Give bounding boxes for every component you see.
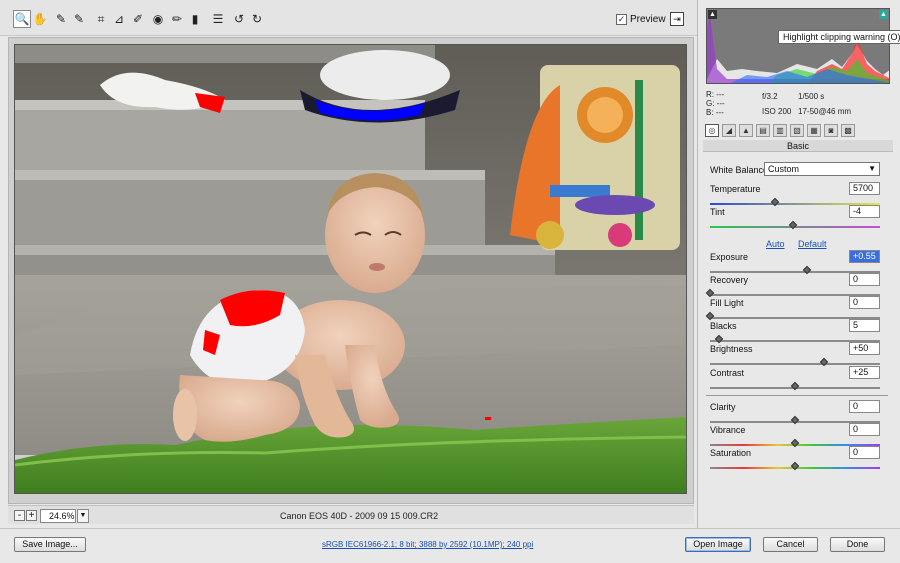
done-button[interactable]: Done: [830, 537, 885, 552]
panel-divider: [706, 395, 888, 396]
workflow-options-link[interactable]: sRGB IEC61966-2.1; 8 bit; 3888 by 2592 (…: [322, 540, 533, 549]
panel-tab-2[interactable]: ◢: [722, 124, 736, 137]
preview-checkbox[interactable]: ✓: [616, 14, 627, 25]
slider-value-field[interactable]: 0: [849, 446, 880, 459]
slider-label: Saturation: [710, 448, 752, 458]
baby-photo: [15, 45, 686, 493]
slider-track[interactable]: [710, 363, 880, 365]
slider-value-field[interactable]: +0.55: [849, 250, 880, 263]
iso-value: ISO 200: [762, 107, 792, 116]
photo-preview[interactable]: [14, 44, 687, 494]
readout-r: R: ---: [706, 90, 725, 99]
aperture-value: f/3.2: [762, 92, 778, 101]
slider-value-field[interactable]: -4: [849, 205, 880, 218]
red-eye-icon[interactable]: ◉: [150, 11, 166, 27]
shadow-clipping-icon[interactable]: ▲: [708, 10, 717, 19]
white-balance-value: Custom: [768, 164, 800, 174]
slider-label: Tint: [710, 207, 725, 217]
zoom-out-button[interactable]: -: [14, 510, 25, 521]
preview-label: Preview: [630, 14, 666, 25]
slider-label: Blacks: [710, 321, 737, 331]
color-sampler-icon[interactable]: ✎: [71, 11, 87, 27]
fullscreen-icon[interactable]: ⇥: [670, 12, 684, 26]
rotate-left-icon[interactable]: ↺: [231, 11, 247, 27]
hand-icon[interactable]: ✋: [32, 11, 48, 27]
white-balance-label: White Balance:: [710, 165, 771, 175]
panel-tab-5[interactable]: ▥: [773, 124, 787, 137]
rotate-right-icon[interactable]: ↻: [249, 11, 265, 27]
panel-tab-4[interactable]: ▤: [756, 124, 770, 137]
file-caption: Canon EOS 40D - 2009 09 15 009.CR2: [280, 511, 439, 521]
slider-value-field[interactable]: 0: [849, 296, 880, 309]
readout-b: B: ---: [706, 108, 724, 117]
readout-g: G: ---: [706, 99, 725, 108]
lens-value: 17-50@46 mm: [798, 107, 852, 116]
panel-tab-9[interactable]: ▩: [841, 124, 855, 137]
preferences-icon[interactable]: ☰: [210, 11, 226, 27]
histogram-graph: [707, 14, 889, 83]
panel-tabs: ◎ ◢ ▲ ▤ ▥ ▧ ▦ ◙ ▩: [703, 124, 893, 139]
slider-label: Contrast: [710, 368, 745, 378]
panel-tab-1[interactable]: ◎: [705, 124, 719, 137]
cancel-button[interactable]: Cancel: [763, 537, 818, 552]
slider-value-field[interactable]: 0: [849, 273, 880, 286]
image-canvas[interactable]: [8, 37, 694, 504]
preview-toggle[interactable]: ✓ Preview: [616, 14, 666, 25]
zoom-level-field[interactable]: 24.6%: [40, 509, 76, 523]
bottom-bar: Save Image... sRGB IEC61966-2.1; 8 bit; …: [0, 528, 900, 563]
adjustment-brush-icon[interactable]: ✏: [169, 11, 185, 27]
slider-value-field[interactable]: +50: [849, 342, 880, 355]
spot-removal-icon[interactable]: ✐: [130, 11, 146, 27]
zoom-icon[interactable]: 🔍: [13, 10, 31, 28]
straighten-icon[interactable]: ⊿: [111, 11, 127, 27]
slider-label: Recovery: [710, 275, 749, 285]
chevron-down-icon: ▼: [868, 164, 876, 173]
panel-tab-8[interactable]: ◙: [824, 124, 838, 137]
save-image-button[interactable]: Save Image...: [14, 537, 86, 552]
status-bar: - + 24.6% ▼ Canon EOS 40D - 2009 09 15 0…: [8, 505, 694, 524]
panel-tab-6[interactable]: ▧: [790, 124, 804, 137]
slider-label: Brightness: [710, 344, 753, 354]
crop-icon[interactable]: ⌗: [93, 11, 109, 27]
graduated-filter-icon[interactable]: ▮: [187, 11, 203, 27]
slider-label: Vibrance: [710, 425, 746, 435]
toolbar: 🔍 ✋ ✎ ✎ ⌗ ⊿ ✐ ◉ ✏ ▮ ☰ ↺ ↻ ✓ Preview ⇥: [0, 0, 697, 36]
slider-value-field[interactable]: 5700: [849, 182, 880, 195]
highlight-clipping-icon[interactable]: ▲: [879, 10, 888, 19]
zoom-in-button[interactable]: +: [26, 510, 37, 521]
shutter-value: 1/500 s: [798, 92, 825, 101]
adjustments-panel: ▲ ▲ Highlight clipping warning (O) R: --…: [697, 0, 900, 528]
slider-label: Fill Light: [710, 298, 744, 308]
slider-label: Temperature: [710, 184, 761, 194]
auto-link[interactable]: Auto: [766, 239, 785, 249]
white-balance-icon[interactable]: ✎: [53, 11, 69, 27]
panel-title: Basic: [703, 140, 893, 152]
slider-label: Clarity: [710, 402, 736, 412]
slider-value-field[interactable]: 0: [849, 423, 880, 436]
open-image-button[interactable]: Open Image: [685, 537, 751, 552]
panel-tab-3[interactable]: ▲: [739, 124, 753, 137]
highlight-clipping-tooltip: Highlight clipping warning (O): [778, 30, 900, 44]
default-link[interactable]: Default: [798, 239, 827, 249]
slider-value-field[interactable]: 5: [849, 319, 880, 332]
slider-value-field[interactable]: +25: [849, 366, 880, 379]
panel-tab-7[interactable]: ▦: [807, 124, 821, 137]
histogram: ▲ ▲: [706, 8, 890, 84]
zoom-dropdown-icon[interactable]: ▼: [77, 509, 89, 523]
slider-value-field[interactable]: 0: [849, 400, 880, 413]
white-balance-select[interactable]: Custom ▼: [764, 162, 880, 176]
slider-label: Exposure: [710, 252, 749, 262]
